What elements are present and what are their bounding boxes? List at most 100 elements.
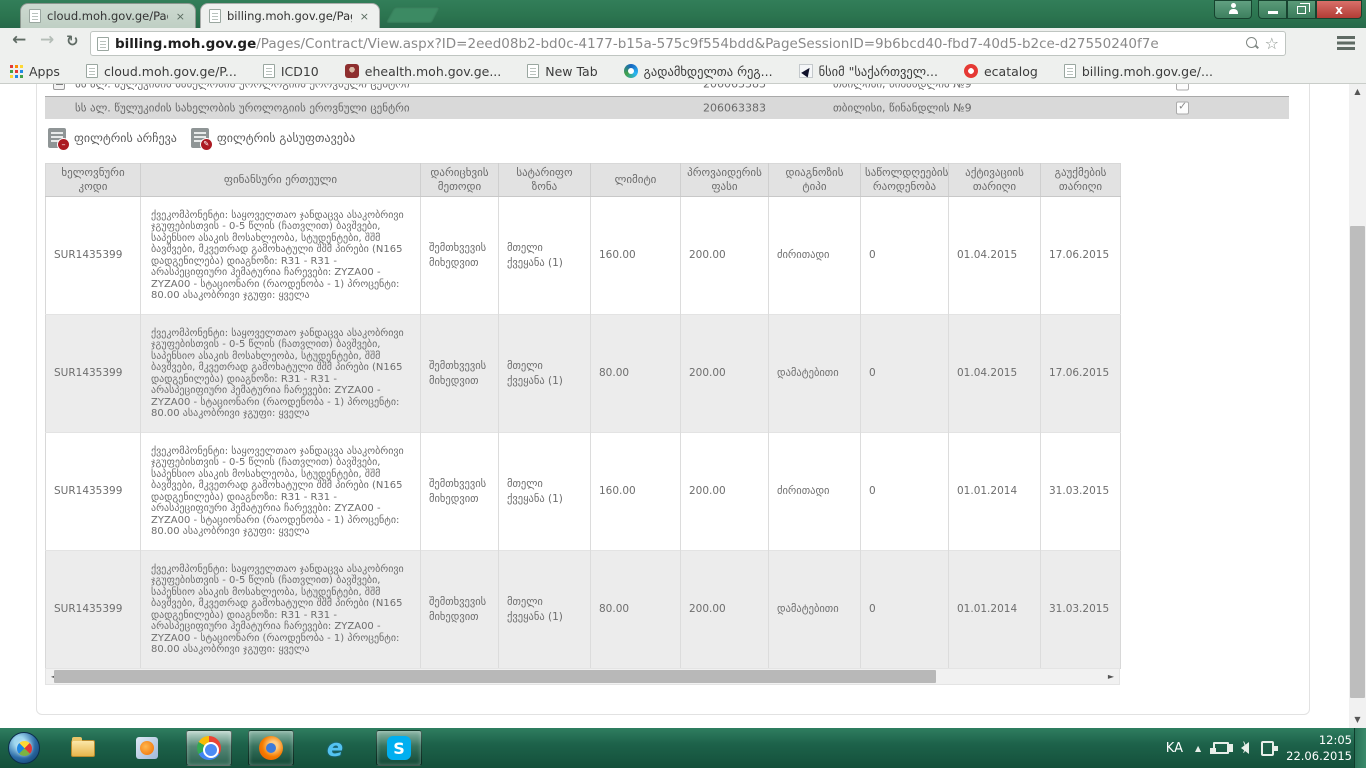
chrome-taskbar-button[interactable] — [186, 730, 232, 766]
bookmark-label: New Tab — [545, 64, 597, 79]
column-header[interactable]: საწოლდღეების რაოდენობა — [861, 164, 949, 197]
column-header[interactable]: ფინანსური ერთეული — [141, 164, 421, 197]
chrome-menu-icon[interactable] — [1336, 35, 1356, 51]
show-desktop-button[interactable] — [1354, 728, 1366, 768]
scroll-up-icon[interactable]: ▲ — [1349, 84, 1366, 100]
scroll-right-icon[interactable]: ► — [1103, 669, 1119, 684]
table-row[interactable]: SUR1435399 ქვეკომპონენტი: საყოველთაო ჯან… — [46, 433, 1121, 551]
row-checkbox[interactable] — [1176, 84, 1189, 91]
bookmark-item[interactable]: ნსიმ "საქართველ... — [799, 64, 938, 79]
bookmark-item[interactable]: გადამხდელთა რეგ... — [624, 64, 773, 79]
volume-icon[interactable] — [1241, 742, 1249, 754]
address-bar[interactable]: billing.moh.gov.ge/Pages/Contract/View.a… — [90, 31, 1286, 56]
bookmark-item[interactable]: Apps — [10, 64, 60, 79]
maximize-icon — [1297, 6, 1306, 14]
table-row[interactable]: SUR1435399 ქვეკომპონენტი: საყოველთაო ჯან… — [46, 551, 1121, 669]
filter-button-label: ფილტრის არჩევა — [74, 131, 177, 145]
hidden-icons-chevron[interactable]: ▲ — [1195, 744, 1201, 753]
cell-method: შემთხვევის მიხედვით — [421, 433, 499, 551]
row-checkbox-checked[interactable] — [1176, 102, 1189, 115]
table-row[interactable]: SUR1435399 ქვეკომპონენტი: საყოველთაო ჯან… — [46, 197, 1121, 315]
bookmark-item[interactable]: ehealth.moh.gov.ge... — [345, 64, 501, 79]
collapse-row-icon[interactable] — [53, 84, 65, 90]
column-header[interactable]: ხელოვნური კოდი — [46, 164, 141, 197]
apps-grid-icon — [10, 65, 23, 78]
bookmark-star-icon[interactable]: ☆ — [1265, 36, 1279, 52]
internet-explorer-taskbar-button[interactable]: e — [312, 730, 358, 766]
forward-button[interactable]: → — [40, 30, 54, 50]
bookmark-item[interactable]: cloud.moh.gov.ge/P... — [86, 64, 237, 79]
browser-tab[interactable]: cloud.moh.gov.ge/Pages/ × — [20, 3, 196, 28]
network-icon[interactable] — [1213, 742, 1229, 754]
clock-date: 22.06.2015 — [1286, 748, 1352, 764]
column-header[interactable]: აქტივაციის თარიღი — [949, 164, 1041, 197]
cell-diagnosis-type: ძირითადი — [769, 433, 861, 551]
bookmark-item[interactable]: ICD10 — [263, 64, 319, 79]
start-button[interactable] — [8, 732, 40, 764]
table-row[interactable]: SUR1435399 ქვეკომპონენტი: საყოველთაო ჯან… — [46, 315, 1121, 433]
bookmark-label: გადამხდელთა რეგ... — [644, 64, 773, 79]
cell-activation-date: 01.01.2014 — [949, 551, 1041, 669]
horizontal-scrollbar-thumb[interactable] — [54, 670, 936, 683]
column-header[interactable]: გაუქმების თარიღი — [1041, 164, 1121, 197]
taskbar: e S KA ▲ 12:05 22.06.2015 — [0, 728, 1366, 768]
cell-zone: მთელი ქვეყანა (1) — [499, 551, 591, 669]
tab-close-icon[interactable]: × — [174, 10, 187, 23]
power-icon[interactable] — [1261, 741, 1274, 756]
column-header[interactable]: დიაგნოზის ტიპი — [769, 164, 861, 197]
cell-limit: 160.00 — [591, 197, 681, 315]
cell-code: SUR1435399 — [46, 551, 141, 669]
tab-title: billing.moh.gov.ge/Pages/ — [227, 9, 352, 23]
cell-zone: მთელი ქვეყანა (1) — [499, 197, 591, 315]
bookmark-item[interactable]: New Tab — [527, 64, 597, 79]
browser-titlebar-tabstrip: cloud.moh.gov.ge/Pages/ × billing.moh.go… — [0, 0, 1366, 28]
bookmark-item[interactable]: billing.moh.gov.ge/... — [1064, 64, 1213, 79]
new-tab-button[interactable] — [386, 7, 441, 23]
minimize-button[interactable] — [1258, 0, 1287, 19]
cell-cancel-date: 31.03.2015 — [1041, 433, 1121, 551]
swirl-favicon — [624, 64, 638, 78]
chrome-icon — [197, 736, 221, 760]
filter-button[interactable]: ფილტრის გასუფთავება — [191, 128, 355, 148]
bookmark-label: ICD10 — [281, 64, 319, 79]
browser-tab[interactable]: billing.moh.gov.ge/Pages/ × — [200, 3, 380, 28]
back-button[interactable]: ← — [12, 30, 26, 50]
maximize-button[interactable] — [1287, 0, 1316, 19]
cell-diagnosis-type: დამატებითი — [769, 315, 861, 433]
column-header[interactable]: სატარიფო ზონა — [499, 164, 591, 197]
organization-address: თბილისი, წინანდლის №9 — [833, 84, 972, 91]
organization-row[interactable]: სს ალ. წულუკიძის სახელობის უროლოგიის ერო… — [45, 84, 1289, 97]
skype-taskbar-button[interactable]: S — [376, 730, 422, 766]
cell-provider-price: 200.00 — [681, 551, 769, 669]
skype-icon: S — [387, 736, 411, 760]
horizontal-scrollbar[interactable]: ◄ ► — [45, 668, 1120, 685]
scroll-down-icon[interactable]: ▼ — [1349, 712, 1366, 728]
tab-close-icon[interactable]: × — [358, 10, 371, 23]
media-player-taskbar-button[interactable] — [124, 730, 170, 766]
cell-limit: 80.00 — [591, 551, 681, 669]
clock[interactable]: 12:05 22.06.2015 — [1286, 732, 1352, 764]
filter-button[interactable]: ფილტრის არჩევა — [48, 128, 177, 148]
vertical-scrollbar[interactable]: ▲ ▼ — [1349, 84, 1366, 728]
cell-code: SUR1435399 — [46, 315, 141, 433]
page-icon — [263, 64, 275, 78]
bookmark-item[interactable]: ecatalog — [964, 64, 1038, 79]
vertical-scrollbar-thumb[interactable] — [1350, 226, 1365, 698]
explorer-taskbar-button[interactable] — [60, 730, 106, 766]
language-indicator[interactable]: KA — [1166, 741, 1183, 756]
column-header[interactable]: ლიმიტი — [591, 164, 681, 197]
reload-button[interactable]: ↻ — [66, 32, 79, 50]
column-header[interactable]: დარიცხვის მეთოდი — [421, 164, 499, 197]
close-button[interactable]: x — [1316, 0, 1362, 19]
cell-provider-price: 200.00 — [681, 315, 769, 433]
zoom-indicator-icon[interactable] — [1246, 37, 1259, 50]
cell-provider-price: 200.00 — [681, 433, 769, 551]
firefox-taskbar-button[interactable] — [248, 730, 294, 766]
browser-toolbar: ← → ↻ billing.moh.gov.ge/Pages/Contract/… — [0, 28, 1366, 59]
profile-button[interactable] — [1214, 0, 1252, 19]
organization-row-selected[interactable]: სს ალ. წულუკიძის სახელობის უროლოგიის ერო… — [45, 97, 1289, 119]
url-text[interactable]: billing.moh.gov.ge/Pages/Contract/View.a… — [115, 36, 1240, 52]
cell-cancel-date: 17.06.2015 — [1041, 197, 1121, 315]
column-header[interactable]: პროვაიდერის ფასი — [681, 164, 769, 197]
organization-code: 206063383 — [703, 84, 766, 91]
